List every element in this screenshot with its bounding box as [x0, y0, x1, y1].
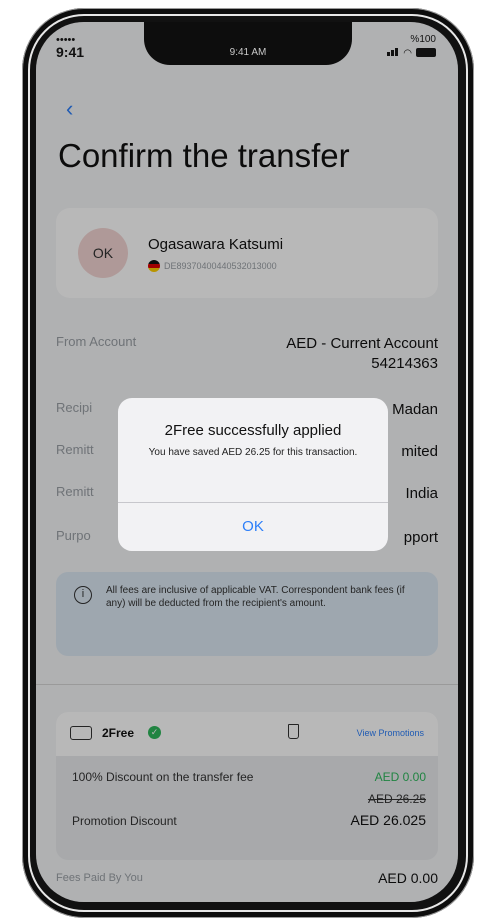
notch: 9:41 AM: [144, 22, 352, 65]
signal-icon: [387, 48, 399, 60]
battery-icon: [416, 48, 436, 57]
ok-button[interactable]: OK: [118, 502, 388, 551]
status-time: 9:41: [56, 44, 85, 60]
wifi-icon: ◠: [403, 48, 412, 59]
dialog-message: You have saved AED 26.25 for this transa…: [148, 447, 358, 458]
promo-applied-dialog: 2Free successfully applied You have save…: [118, 398, 388, 551]
notch-time: 9:41 AM: [229, 47, 267, 58]
dialog-title: 2Free successfully applied: [164, 422, 342, 439]
phone-screen: 9:41 AM ••••• 9:41 %100 ◠ ‹ Confirm the …: [36, 22, 458, 902]
battery-percent: %100: [410, 34, 436, 45]
